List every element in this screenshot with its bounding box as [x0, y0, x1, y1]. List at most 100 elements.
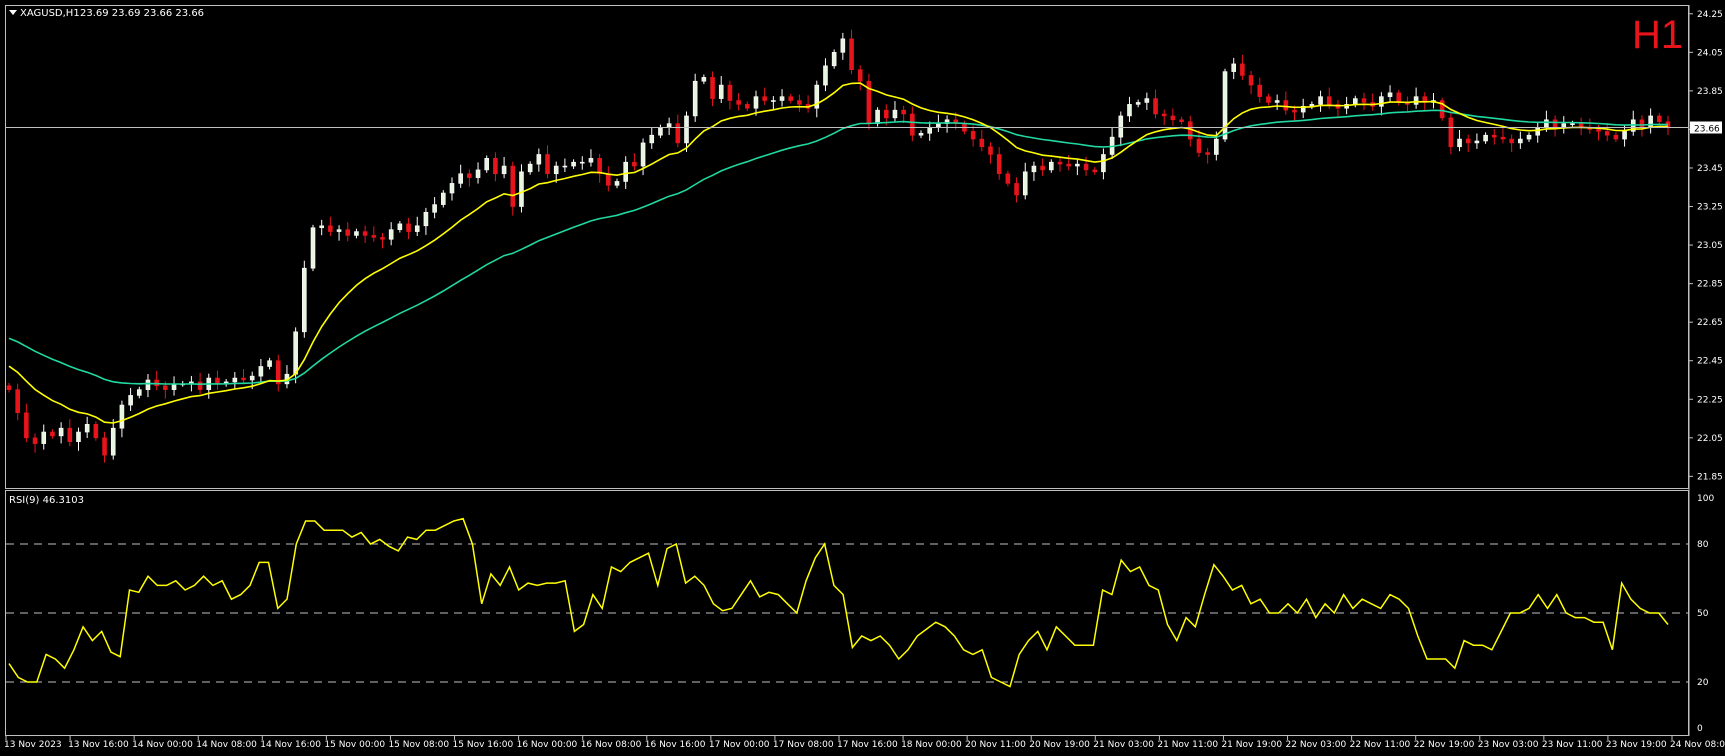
candle-body — [432, 204, 437, 213]
time-tick-label: 15 Nov 00:00 — [324, 740, 385, 750]
chart-window: 24.2524.0523.8523.6523.4523.2523.0522.85… — [0, 0, 1725, 756]
candle-body — [1161, 113, 1167, 117]
time-tick-label: 15 Nov 16:00 — [453, 740, 514, 750]
candle-body — [1127, 104, 1132, 117]
rsi-scale-label: 0 — [1697, 724, 1703, 734]
candle-body — [501, 165, 507, 175]
candle-body — [93, 424, 99, 439]
candle-body — [588, 158, 594, 163]
candle-body — [875, 109, 880, 124]
candle-body — [1005, 173, 1011, 184]
candle-body — [6, 385, 12, 390]
price-tick-label: 24.05 — [1697, 48, 1723, 58]
candle-body — [1205, 152, 1210, 155]
candle-body — [1544, 119, 1549, 128]
candle-body — [614, 181, 620, 186]
rsi-scale-label: 100 — [1697, 494, 1714, 504]
candle-body — [440, 192, 446, 205]
candle-body — [771, 100, 776, 102]
candle-body — [1170, 115, 1176, 121]
time-tick-label: 20 Nov 19:00 — [1029, 740, 1090, 750]
candle-body — [1353, 98, 1358, 105]
candle-body — [110, 427, 116, 456]
time-tick-label: 13 Nov 2023 — [4, 740, 62, 750]
rsi-scale-label: 80 — [1697, 540, 1709, 550]
candle-body — [1075, 163, 1080, 167]
candle-body — [1022, 171, 1028, 196]
candle-body — [519, 171, 524, 207]
price-tick-label: 22.25 — [1697, 395, 1723, 405]
candle-body — [1274, 100, 1280, 103]
candle-body — [797, 100, 802, 105]
candle-body — [24, 412, 29, 439]
candle-body — [397, 223, 403, 230]
candle-body — [979, 138, 985, 148]
candle-body — [1596, 129, 1601, 132]
candle-body — [310, 227, 316, 269]
candle-body — [1552, 119, 1558, 128]
candle-body — [571, 161, 576, 167]
candle-body — [1214, 138, 1219, 155]
candle-body — [1014, 183, 1019, 196]
candle-body — [232, 377, 238, 383]
candle-body — [970, 131, 976, 140]
candle-body — [597, 158, 602, 175]
candle-body — [1491, 134, 1497, 138]
candle-body — [241, 377, 246, 381]
candle-body — [996, 154, 1002, 175]
candle-body — [371, 235, 377, 238]
candle-body — [493, 158, 498, 175]
candle-body — [1413, 96, 1419, 105]
time-tick-label: 17 Nov 16:00 — [837, 740, 898, 750]
candle-body — [249, 375, 255, 381]
time-tick-label: 17 Nov 08:00 — [773, 740, 834, 750]
candle-body — [1240, 63, 1245, 76]
candle-body — [883, 109, 889, 119]
chart-canvas[interactable]: 24.2524.0523.8523.6523.4523.2523.0522.85… — [0, 0, 1725, 756]
candle-body — [1622, 131, 1627, 140]
candle-body — [779, 96, 785, 101]
candle-body — [1396, 92, 1402, 103]
candle-body — [1196, 138, 1202, 153]
moving-averages — [8, 82, 1669, 424]
candle-body — [1518, 138, 1523, 144]
candle-body — [840, 38, 846, 53]
price-tick-label: 24.25 — [1697, 10, 1723, 20]
time-tick-label: 17 Nov 00:00 — [709, 740, 770, 750]
candle-body — [701, 77, 707, 82]
candle-body — [553, 165, 559, 175]
ma-slow-line — [8, 109, 1669, 386]
time-tick-label: 23 Nov 11:00 — [1542, 740, 1603, 750]
time-axis: 13 Nov 2023 13 Nov 16:00 14 Nov 00:00 14 No… — [4, 736, 1725, 750]
candle-body — [1187, 121, 1193, 140]
candle-body — [632, 161, 637, 167]
candle-body — [692, 80, 698, 117]
candle-body — [1318, 96, 1323, 105]
time-tick-label: 14 Nov 08:00 — [196, 740, 257, 750]
candle-body — [1448, 117, 1454, 148]
candle-body — [197, 381, 203, 390]
candle-body — [1465, 138, 1471, 144]
candle-body — [58, 427, 64, 437]
time-tick-label: 24 Nov 08:00 — [1670, 740, 1725, 750]
time-tick-label: 21 Nov 19:00 — [1221, 740, 1282, 750]
last-price-value: 23.66 — [1694, 125, 1720, 135]
time-tick-label: 23 Nov 03:00 — [1478, 740, 1539, 750]
candle-body — [753, 96, 759, 109]
rsi-scale-label: 50 — [1697, 609, 1709, 619]
candle-body — [910, 113, 915, 136]
candle-body — [1153, 98, 1158, 115]
candle-body — [1283, 100, 1289, 111]
candle-body — [467, 173, 472, 178]
price-tick-label: 21.85 — [1697, 472, 1723, 482]
rsi-scale-label: 20 — [1697, 678, 1709, 688]
dropdown-triangle-icon[interactable] — [9, 10, 17, 15]
candle-body — [154, 379, 159, 387]
candle-body — [1561, 123, 1567, 128]
candle-body — [15, 389, 20, 414]
timeframe-badge: H1 — [1632, 13, 1683, 57]
price-tick-label: 22.65 — [1697, 318, 1723, 328]
time-tick-label: 22 Nov 03:00 — [1286, 740, 1347, 750]
price-tick-label: 23.05 — [1697, 241, 1723, 251]
candle-body — [119, 404, 125, 429]
